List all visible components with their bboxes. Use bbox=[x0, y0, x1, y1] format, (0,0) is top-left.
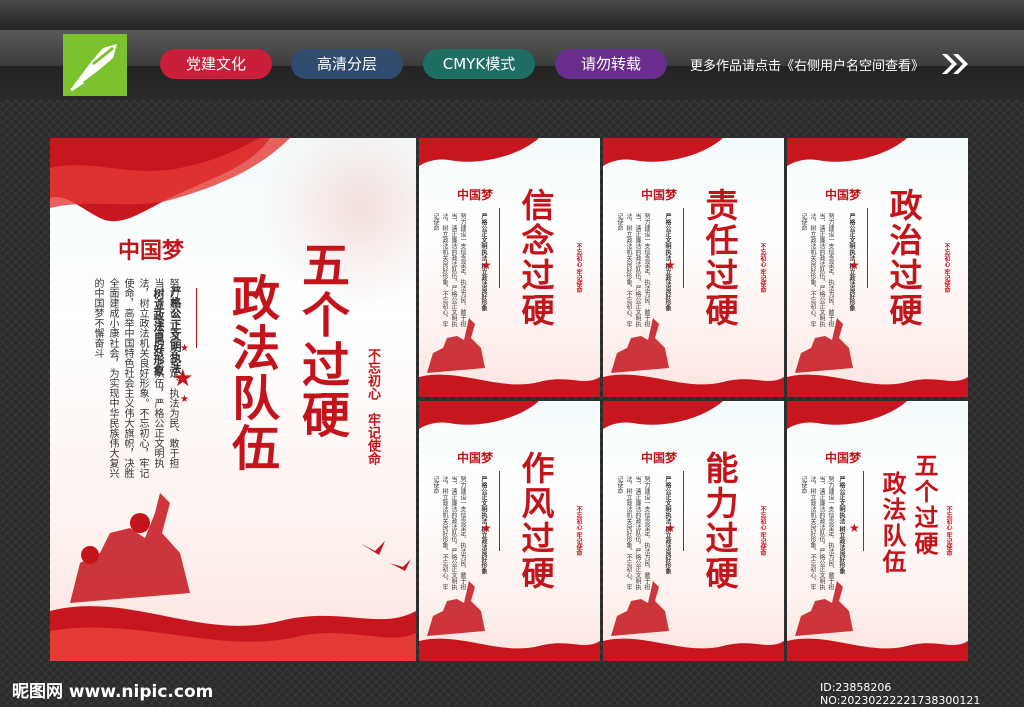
small-poster: 中国梦 努力建设一支信念坚定、执法为民、敢于担当、清正廉洁的政法队伍，严格公正文… bbox=[787, 401, 968, 661]
small-poster: 中国梦 努力建设一支信念坚定、执法为民、敢于担当、清正廉洁的政法队伍，严格公正文… bbox=[603, 401, 784, 661]
poster-body-text: 努力建设一支信念坚定、执法为民、敢于担当、清正廉洁的政法队伍，严格公正文明执法，… bbox=[616, 476, 650, 590]
star-icon: ★ bbox=[665, 521, 676, 535]
site-watermark: 昵图网 www.nipic.com bbox=[12, 682, 214, 702]
poster-body-text: 努力建设一支信念坚定、执法为民、敢于担当、清正廉洁的政法队伍，严格公正文明执法，… bbox=[432, 213, 466, 327]
poster-red-slogan: 不忘初心 牢记使命 bbox=[575, 243, 582, 294]
divider-line bbox=[683, 208, 684, 288]
poster-title-col1: 五个过硬 bbox=[910, 453, 939, 557]
star-icon: ★ bbox=[180, 394, 189, 405]
china-dream-logo: 中国梦 bbox=[641, 188, 678, 202]
poster-title: 信念过硬 bbox=[516, 188, 555, 328]
tag-no-repost[interactable]: 请勿转载 bbox=[555, 49, 667, 79]
poster-red-slogan: 不忘初心 牢记使命 bbox=[575, 506, 582, 557]
red-flag-icon bbox=[603, 401, 723, 429]
china-dream-logo: 中国梦 bbox=[457, 188, 494, 202]
poster-red-slogan: 不忘初心 牢记使命 bbox=[943, 243, 950, 294]
china-dream-logo: 中国梦 bbox=[457, 451, 494, 465]
star-icon: ★ bbox=[849, 258, 860, 272]
star-icon: ★ bbox=[180, 343, 189, 354]
poster-body-text: 努力建设一支信念坚定、执法为民、敢于担当、清正廉洁的政法队伍，严格公正文明执法，… bbox=[800, 213, 834, 327]
image-id-text: ID:23858206 NO:20230222221738300121 bbox=[820, 681, 981, 707]
star-icon: ★ bbox=[481, 521, 492, 535]
red-flag-icon bbox=[603, 138, 723, 166]
china-dream-logo: 中国梦 bbox=[825, 451, 862, 465]
red-ribbon-wave bbox=[50, 606, 416, 661]
poster-red-slogan: 不忘初心 牢记使命 bbox=[759, 243, 766, 294]
poster-title: 能力过硬 bbox=[700, 451, 739, 591]
china-dream-logo: 中国梦 bbox=[825, 188, 862, 202]
small-poster: 中国梦 努力建设一支信念坚定、执法为民、敢于担当、清正廉洁的政法队伍，严格公正文… bbox=[787, 138, 968, 397]
divider-line bbox=[867, 208, 868, 288]
divider-line bbox=[499, 471, 500, 551]
small-poster: 中国梦 努力建设一支信念坚定、执法为民、敢于担当、清正廉洁的政法队伍，严格公正文… bbox=[419, 401, 600, 661]
tag-hd-layers[interactable]: 高清分层 bbox=[291, 49, 403, 79]
poster-title: 作风过硬 bbox=[516, 451, 555, 591]
divider-line bbox=[683, 471, 684, 551]
small-poster: 中国梦 努力建设一支信念坚定、执法为民、敢于担当、清正廉洁的政法队伍，严格公正文… bbox=[603, 138, 784, 397]
more-works-link[interactable]: 更多作品请点击《右侧用户名空间查看》 bbox=[690, 55, 924, 74]
red-flag-icon bbox=[419, 401, 539, 429]
poster-title: 政治过硬 bbox=[884, 188, 923, 328]
small-poster: 中国梦 努力建设一支信念坚定、执法为民、敢于担当、清正廉洁的政法队伍，严格公正文… bbox=[419, 138, 600, 397]
poster-title: 责任过硬 bbox=[700, 188, 739, 328]
double-arrow-right-icon[interactable] bbox=[940, 52, 970, 76]
pen-logo-icon bbox=[63, 34, 127, 96]
red-ribbon-wave bbox=[419, 374, 600, 397]
star-icon: ★ bbox=[481, 258, 492, 272]
star-icon: ★ bbox=[665, 258, 676, 272]
divider-line bbox=[863, 471, 864, 551]
poster-slogan: 严格公正文明执法 树立政法良好形象 bbox=[838, 476, 845, 575]
tag-cmyk-mode[interactable]: CMYK模式 bbox=[423, 49, 535, 79]
china-dream-logo: 中国梦 bbox=[118, 238, 185, 264]
main-slogan-2: 树立政法良好形象 bbox=[152, 288, 165, 376]
red-ribbon-wave bbox=[603, 374, 784, 397]
red-flag-icon bbox=[419, 138, 539, 166]
poster-body-text: 努力建设一支信念坚定、执法为民、敢于担当、清正廉洁的政法队伍，严格公正文明执法，… bbox=[616, 213, 650, 327]
red-flag-icon bbox=[50, 138, 290, 222]
red-flag-icon bbox=[787, 138, 907, 166]
red-ribbon-wave bbox=[787, 638, 968, 661]
star-icon: ★ bbox=[172, 364, 194, 392]
poster-body-text: 努力建设一支信念坚定、执法为民、敢于担当、清正廉洁的政法队伍，严格公正文明执法，… bbox=[432, 476, 466, 590]
red-ribbon-wave bbox=[419, 638, 600, 661]
red-ribbon-wave bbox=[787, 374, 968, 397]
poster-red-slogan: 不忘初心 牢记使命 bbox=[759, 506, 766, 557]
red-flag-icon bbox=[787, 401, 907, 429]
poster-title-col2: 政法队伍 bbox=[878, 471, 907, 575]
main-title-col1: 五个过硬 bbox=[293, 240, 349, 440]
poster-red-slogan: 不忘初心 牢记使命 bbox=[945, 506, 952, 557]
china-dream-logo: 中国梦 bbox=[641, 451, 678, 465]
star-icon: ★ bbox=[849, 521, 860, 535]
main-red-slogan-1: 不忘初心 bbox=[365, 348, 380, 400]
poster-body-text: 努力建设一支信念坚定、执法为民、敢于担当、清正廉洁的政法队伍，严格公正文明执法，… bbox=[800, 476, 834, 590]
divider-line bbox=[499, 208, 500, 288]
tag-party-culture[interactable]: 党建文化 bbox=[160, 49, 272, 79]
main-title-col2: 政法队伍 bbox=[223, 273, 279, 473]
main-poster: 中国梦 努力建设一支信念坚定、执法为民、敢于担当、清正廉洁的政法队伍，严格公正文… bbox=[50, 138, 416, 661]
main-slogan-1: 严格公正文明执法 bbox=[169, 286, 182, 374]
divider-line bbox=[196, 288, 197, 348]
red-ribbon-wave bbox=[603, 638, 784, 661]
main-red-slogan-2: 牢记使命 bbox=[365, 413, 380, 465]
